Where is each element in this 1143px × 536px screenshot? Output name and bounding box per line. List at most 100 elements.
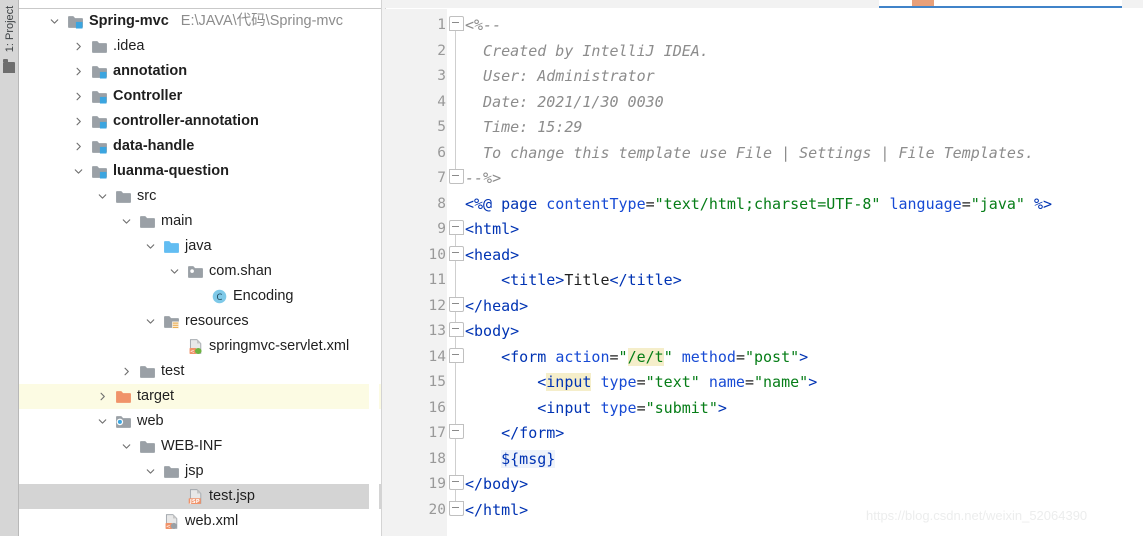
line-number: 5 <box>437 119 446 135</box>
xml-file-icon: < <box>163 513 180 530</box>
tree-row-label: annotation <box>113 63 188 79</box>
tree-row-resources[interactable]: resources <box>19 309 381 334</box>
tree-row-label: jsp <box>185 463 204 479</box>
tree-row-data-handle[interactable]: data-handle <box>19 134 381 159</box>
code-line: Created by IntelliJ IDEA. <box>465 41 709 60</box>
tool-window-strip-icon[interactable] <box>3 59 15 73</box>
code-line: <head> <box>465 245 520 264</box>
tree-row-path: E:\JAVA\代码\Spring-mvc <box>180 13 344 29</box>
fold-marker-form-open[interactable] <box>449 347 464 363</box>
tree-row-spring-mvc[interactable]: Spring-mvc E:\JAVA\代码\Spring-mvc <box>19 9 381 34</box>
svg-text:C: C <box>217 293 223 303</box>
tree-row-java[interactable]: java <box>19 234 381 259</box>
chevron-down-icon[interactable] <box>143 309 157 334</box>
tree-row-springmvc-servlet[interactable]: < springmvc-servlet.xml <box>19 334 381 359</box>
chevron-down-icon[interactable] <box>95 184 109 209</box>
project-tree[interactable]: Spring-mvc E:\JAVA\代码\Spring-mvc .idea ann… <box>19 9 381 536</box>
tree-row-web-xml[interactable]: < web.xml <box>19 509 381 534</box>
resources-folder-icon <box>163 313 180 330</box>
chevron-down-icon[interactable] <box>119 434 133 459</box>
tree-row-label: controller-annotation <box>113 113 259 129</box>
code-line: <body> <box>465 322 520 340</box>
editor-text-area[interactable]: <%-- Created by IntelliJ IDEA. User: Adm… <box>465 9 1143 536</box>
project-tree-scrollbar-track[interactable] <box>369 9 747 536</box>
chevron-down-icon[interactable] <box>71 159 85 184</box>
tree-row-label: WEB-INF <box>161 438 223 454</box>
left-tool-strip: 1: Project <box>0 0 19 536</box>
line-number: 13 <box>428 323 446 339</box>
chevron-down-icon[interactable] <box>167 259 181 284</box>
tree-row-encoding[interactable]: C Encoding <box>19 284 381 309</box>
fold-marker-comment-close[interactable] <box>449 169 464 184</box>
watermark: https://blog.csdn.net/weixin_52064390 <box>866 508 1088 523</box>
chevron-right-icon[interactable] <box>71 59 85 84</box>
code-line: ${msg} <box>501 449 556 468</box>
chevron-right-icon[interactable] <box>71 134 85 159</box>
tree-row-test[interactable]: test <box>19 359 381 384</box>
tree-row-web-inf[interactable]: WEB-INF <box>19 434 381 459</box>
tree-row-label: springmvc-servlet.xml <box>209 338 350 354</box>
chevron-down-icon[interactable] <box>143 459 157 484</box>
code-line: </form> <box>501 424 565 442</box>
fold-marker-html-open[interactable] <box>449 220 464 235</box>
line-number: 2 <box>437 42 446 59</box>
module-folder-icon <box>91 138 108 155</box>
tree-row-target[interactable]: target <box>19 384 381 409</box>
tree-row-web[interactable]: web <box>19 409 381 434</box>
code-line: </head> <box>465 296 529 315</box>
tree-row-label: resources <box>185 313 249 329</box>
line-number: 4 <box>437 93 446 110</box>
code-line: <input type="submit"> <box>537 398 727 417</box>
tree-row-annotation[interactable]: annotation <box>19 59 381 84</box>
tree-row-idea[interactable]: .idea <box>19 34 381 59</box>
code-line: </html> <box>465 500 529 519</box>
folder-icon <box>91 38 108 55</box>
tree-row-luanma-question[interactable]: luanma-question <box>19 159 381 184</box>
tree-row-jsp[interactable]: jsp <box>19 459 381 484</box>
line-number: 16 <box>428 399 446 416</box>
tree-row-controller[interactable]: Controller <box>19 84 381 109</box>
fold-marker-body-open[interactable] <box>449 322 464 337</box>
chevron-right-icon[interactable] <box>71 109 85 134</box>
chevron-right-icon[interactable] <box>71 34 85 59</box>
line-number: 9 <box>437 221 446 237</box>
code-line: <%@ page contentType="text/html;charset=… <box>465 194 1053 213</box>
fold-marker-body-close[interactable] <box>449 475 464 490</box>
chevron-down-icon[interactable] <box>119 209 133 234</box>
tree-row-label: Spring-mvc E:\JAVA\代码\Spring-mvc <box>89 13 344 29</box>
chevron-down-icon[interactable] <box>47 9 61 34</box>
chevron-down-icon[interactable] <box>143 234 157 259</box>
line-number: 20 <box>428 501 446 518</box>
fold-marker-head-close[interactable] <box>449 296 464 312</box>
tree-row-main[interactable]: main <box>19 209 381 234</box>
chevron-right-icon[interactable] <box>71 84 85 109</box>
fold-marker-form-close[interactable] <box>449 424 464 439</box>
tree-row-test-jsp[interactable]: JSP test.jsp <box>19 484 381 509</box>
tree-row-controller-annotation[interactable]: controller-annotation <box>19 109 381 134</box>
code-folding-strip[interactable] <box>447 9 465 536</box>
fold-region-line <box>455 358 456 429</box>
fold-marker-comment-open[interactable] <box>449 16 464 31</box>
tree-row-com-shan[interactable]: com.shan <box>19 259 381 284</box>
chevron-right-icon[interactable] <box>119 359 133 384</box>
fold-marker-head-open[interactable] <box>449 245 464 261</box>
line-number: 8 <box>437 195 446 212</box>
tree-row-label: test <box>161 363 185 379</box>
code-line: Date: 2021/1/30 0030 <box>465 92 664 111</box>
editor-tab-bar[interactable] <box>384 0 1143 8</box>
tree-row-label: main <box>161 213 193 229</box>
chevron-right-icon[interactable] <box>95 384 109 409</box>
tree-row-label: data-handle <box>113 138 195 154</box>
tree-row-label: Encoding <box>233 288 294 304</box>
jsp-file-icon: JSP <box>187 488 204 505</box>
editor-gutter[interactable]: 1 2 3 4 5 6 7 8 9 10 11 12 13 14 15 16 17 18 19 20 <box>384 9 446 536</box>
tree-row-label: Controller <box>113 88 183 104</box>
tool-window-tab-project[interactable]: 1: Project <box>1 1 19 57</box>
chevron-down-icon[interactable] <box>95 409 109 434</box>
code-line: <input type="text" name="name"> <box>537 373 818 391</box>
fold-region-line <box>455 25 456 174</box>
code-editor[interactable]: 1 2 3 4 5 6 7 8 9 10 11 12 13 14 15 16 17 18 19 20 <%-- Cre… <box>384 9 1143 536</box>
ide-window: 1: Project Spring-mvc E:\JAVA\代码\Spring-… <box>0 0 1143 536</box>
tree-row-src[interactable]: src <box>19 184 381 209</box>
fold-marker-html-close[interactable] <box>449 500 464 516</box>
